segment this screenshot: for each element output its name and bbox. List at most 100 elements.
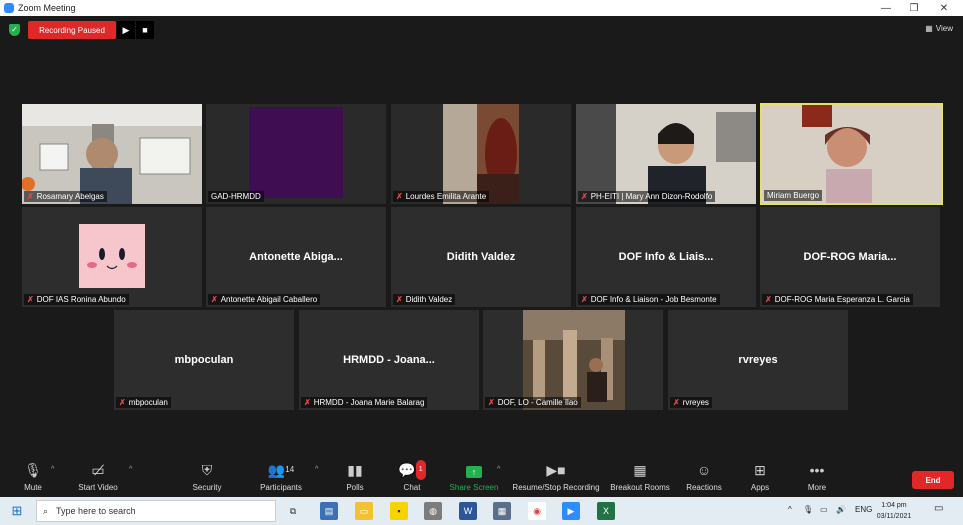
muted-mic-icon: ✗ bbox=[119, 398, 126, 407]
participant-name-label: ✗ PH-EITI | Mary Ann Dizon-Rodolfo bbox=[578, 191, 716, 202]
participant-name-label: GAD-HRMDD bbox=[208, 191, 264, 202]
apps-icon: ⊞ bbox=[754, 462, 766, 478]
sticky-notes-icon[interactable]: ▪ bbox=[390, 502, 408, 520]
zoom-icon[interactable]: ▶ bbox=[562, 502, 580, 520]
muted-mic-icon: ✗ bbox=[304, 398, 311, 407]
muted-mic-icon: ✗ bbox=[27, 295, 34, 304]
security-shield-icon[interactable]: ✓ bbox=[9, 24, 20, 36]
shield-icon: ⛨ bbox=[201, 462, 213, 478]
muted-mic-icon: ✗ bbox=[673, 398, 680, 407]
start-video-button[interactable]: ▭̸ Start Video bbox=[68, 460, 128, 492]
grid-icon: ▦ bbox=[925, 24, 933, 33]
resume-recording-button[interactable]: ▶ bbox=[117, 21, 135, 39]
participant-name-label: ✗ rvreyes bbox=[670, 397, 712, 408]
stop-recording-button[interactable]: ■ bbox=[136, 21, 154, 39]
muted-mic-icon: ✗ bbox=[396, 295, 403, 304]
share-options-caret[interactable]: ^ bbox=[497, 466, 500, 473]
volume-icon[interactable]: 🔊 bbox=[836, 505, 846, 514]
taskbar-search-box[interactable]: ⌕ Type here to search bbox=[36, 500, 276, 522]
video-tile[interactable]: DOF Info & Liais... ✗ DOF Info & Liaison … bbox=[576, 207, 756, 307]
participant-display-name: DOF-ROG Maria... bbox=[803, 251, 897, 263]
participant-display-name: DOF Info & Liais... bbox=[618, 251, 714, 263]
task-view-icon[interactable]: ⧉ bbox=[284, 502, 302, 520]
muted-mic-icon: ✗ bbox=[396, 192, 403, 201]
battery-icon[interactable]: ▭ bbox=[820, 505, 828, 514]
word-icon[interactable]: W bbox=[459, 502, 477, 520]
video-tile[interactable]: GAD-HRMDD bbox=[206, 104, 386, 204]
windows-taskbar: ⊞ ⌕ Type here to search ⧉ ▤ ▭ ▪ ◍ W ▦ ◉ … bbox=[0, 497, 963, 525]
smiley-icon: ☺ bbox=[696, 462, 712, 478]
video-tile[interactable]: ✗ DOF IAS Ronina Abundo bbox=[22, 207, 202, 307]
bar-chart-icon: ▮▮ bbox=[347, 462, 363, 478]
calculator-icon[interactable]: ▦ bbox=[493, 502, 511, 520]
participant-name-label: ✗ Antonette Abigail Caballero bbox=[208, 294, 321, 305]
participant-display-name: Antonette Abiga... bbox=[249, 251, 343, 263]
more-button[interactable]: ••• More bbox=[787, 460, 847, 492]
ellipsis-icon: ••• bbox=[809, 462, 825, 478]
video-tile-active-speaker[interactable]: Miriam Buergo bbox=[760, 103, 943, 205]
meeting-controls-toolbar: 🎙 Mute ^ ▭̸ Start Video ^ ⛨ Security 👥14… bbox=[0, 457, 963, 497]
recording-status-badge: Recording Paused bbox=[28, 21, 116, 39]
window-titlebar: Zoom Meeting — ❐ ✕ bbox=[0, 0, 963, 16]
participant-name-label: ✗ HRMDD - Joana Marie Balarag bbox=[301, 397, 428, 408]
video-tile[interactable]: ✗ Lourdes Emilita Arante bbox=[391, 104, 571, 204]
taskbar-clock[interactable]: 1:04 pm 03/11/2021 bbox=[872, 500, 916, 522]
share-screen-button[interactable]: ↑ Share Screen bbox=[444, 460, 504, 492]
audio-options-caret[interactable]: ^ bbox=[51, 466, 54, 473]
mute-button[interactable]: 🎙 Mute bbox=[3, 460, 63, 492]
participant-video bbox=[206, 104, 386, 204]
end-meeting-button[interactable]: End bbox=[912, 471, 954, 489]
microphone-tray-icon[interactable]: 🎙 bbox=[803, 505, 813, 514]
store-icon[interactable]: ▤ bbox=[320, 502, 338, 520]
participant-name-label: ✗ Rosamary Abelgas bbox=[24, 191, 107, 202]
participant-avatar bbox=[22, 207, 202, 307]
apps-button[interactable]: ⊞ Apps bbox=[730, 460, 790, 492]
muted-mic-icon: ✗ bbox=[488, 398, 495, 407]
breakout-rooms-button[interactable]: ▦ Breakout Rooms bbox=[606, 460, 674, 492]
zoom-logo-icon bbox=[4, 3, 14, 13]
app-icon[interactable]: ◍ bbox=[424, 502, 442, 520]
reactions-button[interactable]: ☺ Reactions bbox=[674, 460, 734, 492]
participant-name-label: ✗ DOF-ROG Maria Esperanza L. Garcia bbox=[762, 294, 913, 305]
polls-button[interactable]: ▮▮ Polls bbox=[325, 460, 385, 492]
restore-button[interactable]: ❐ bbox=[900, 0, 928, 16]
notifications-icon[interactable]: ▭ bbox=[934, 503, 943, 514]
participants-button[interactable]: 👥14 Participants bbox=[251, 460, 311, 492]
participant-name-label: ✗ mbpoculan bbox=[116, 397, 171, 408]
chat-bubble-icon: 💬 1 bbox=[382, 460, 442, 480]
chrome-icon[interactable]: ◉ bbox=[528, 502, 546, 520]
participant-video bbox=[22, 104, 202, 204]
video-tile[interactable]: rvreyes ✗ rvreyes bbox=[668, 310, 848, 410]
muted-mic-icon: ✗ bbox=[765, 295, 772, 304]
video-options-caret[interactable]: ^ bbox=[129, 466, 132, 473]
file-explorer-icon[interactable]: ▭ bbox=[355, 502, 373, 520]
participant-name-label: Miriam Buergo bbox=[764, 190, 823, 201]
search-icon: ⌕ bbox=[43, 505, 49, 516]
video-tile[interactable]: ✗ Rosamary Abelgas bbox=[22, 104, 202, 204]
excel-icon[interactable]: X bbox=[597, 502, 615, 520]
video-tile[interactable]: ✗ PH-EITI | Mary Ann Dizon-Rodolfo bbox=[576, 104, 756, 204]
video-tile[interactable]: Antonette Abiga... ✗ Antonette Abigail Ca… bbox=[206, 207, 386, 307]
video-tile[interactable]: DOF-ROG Maria... ✗ DOF-ROG Maria Esperanz… bbox=[760, 207, 940, 307]
input-language[interactable]: ENG bbox=[855, 505, 872, 514]
video-tile[interactable]: HRMDD - Joana... ✗ HRMDD - Joana Marie Ba… bbox=[299, 310, 479, 410]
participant-display-name: HRMDD - Joana... bbox=[343, 354, 435, 366]
video-tile[interactable]: Didith Valdez ✗ Didith Valdez bbox=[391, 207, 571, 307]
minimize-button[interactable]: — bbox=[872, 0, 900, 16]
close-button[interactable]: ✕ bbox=[930, 0, 958, 16]
video-tile[interactable]: mbpoculan ✗ mbpoculan bbox=[114, 310, 294, 410]
security-button[interactable]: ⛨ Security bbox=[177, 460, 237, 492]
tray-chevron-icon[interactable]: ^ bbox=[788, 505, 792, 514]
windows-start-icon[interactable]: ⊞ bbox=[8, 502, 26, 520]
participants-options-caret[interactable]: ^ bbox=[315, 466, 318, 473]
participant-video bbox=[483, 310, 663, 410]
chat-button[interactable]: 💬 1 Chat bbox=[382, 460, 442, 492]
view-button[interactable]: ▦ View bbox=[925, 24, 953, 33]
video-tile[interactable]: ✗ DOF, LO - Camille Ilao bbox=[483, 310, 663, 410]
video-off-icon: ▭̸ bbox=[91, 462, 105, 478]
meeting-top-bar: ✓ Recording Paused ▶ ■ ▦ View bbox=[0, 16, 963, 44]
participant-name-label: ✗ DOF Info & Liaison - Job Besmonte bbox=[578, 294, 720, 305]
play-stop-icon: ▶■ bbox=[546, 462, 566, 478]
breakout-rooms-icon: ▦ bbox=[633, 462, 647, 478]
resume-stop-recording-button[interactable]: ▶■ Resume/Stop Recording bbox=[510, 460, 602, 492]
